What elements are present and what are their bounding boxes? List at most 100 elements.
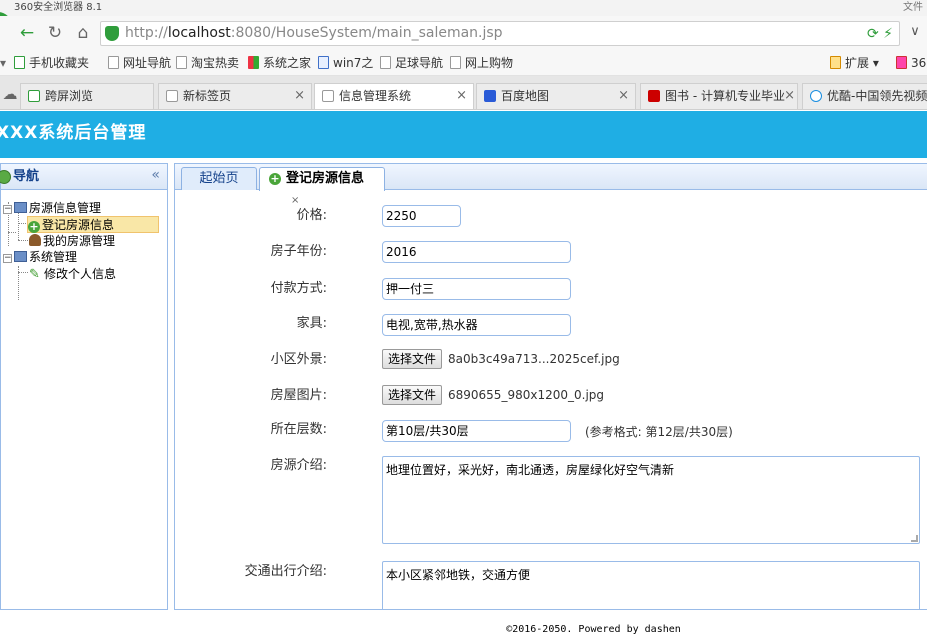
app-body: 导航 « − 房源信息管理 + 登记房源信息 我的房源管理 − 系统管理 ✎ 修… bbox=[0, 158, 927, 640]
add-icon: + bbox=[28, 220, 40, 233]
user-icon bbox=[29, 234, 41, 246]
payment-label: 付款方式: bbox=[270, 281, 327, 296]
address-url[interactable]: http://localhost:8080/HouseSystem/main_s… bbox=[125, 22, 503, 45]
file-menu[interactable]: 文件 bbox=[903, 0, 923, 16]
photo-filename: 6890655_980x1200_0.jpg bbox=[448, 388, 605, 402]
year-input[interactable]: 2016 bbox=[382, 241, 571, 263]
bookmark-item[interactable]: 网址导航 bbox=[108, 55, 171, 71]
floor-label: 所在层数: bbox=[270, 422, 327, 437]
security-shield-icon bbox=[105, 26, 119, 41]
app-header: XXX系统后台管理 bbox=[0, 111, 927, 158]
bookmark-item[interactable]: win7之 bbox=[318, 55, 373, 71]
home-icon[interactable]: ⌂ bbox=[72, 22, 94, 44]
address-bar[interactable]: http://localhost:8080/HouseSystem/main_s… bbox=[100, 21, 900, 46]
resize-grip-icon[interactable] bbox=[911, 535, 918, 542]
page-icon bbox=[108, 56, 119, 69]
youku-play-icon bbox=[810, 90, 822, 102]
bookmark-item[interactable]: 足球导航 bbox=[380, 55, 443, 71]
sidebar-item-edit-profile[interactable]: ✎ 修改个人信息 bbox=[29, 266, 116, 283]
refresh-icon[interactable]: ↻ bbox=[44, 22, 66, 44]
sidebar-item-house-info[interactable]: − 房源信息管理 bbox=[3, 200, 101, 217]
add-icon: + bbox=[269, 172, 281, 185]
browser-tab[interactable]: 跨屏浏览 bbox=[20, 83, 154, 109]
traffic-text: 本小区紧邻地铁，交通方便 bbox=[386, 568, 531, 582]
browser-tab[interactable]: 百度地图 × bbox=[476, 83, 636, 109]
browser-navbar: ← ↻ ⌂ http://localhost:8080/HouseSystem/… bbox=[0, 16, 927, 50]
extensions-button[interactable]: 扩展 ▾ bbox=[830, 55, 879, 71]
windows-icon bbox=[248, 56, 259, 69]
computer-icon bbox=[14, 202, 27, 213]
tab-register-house[interactable]: + 登记房源信息× bbox=[259, 167, 385, 206]
tree-expand-icon[interactable]: − bbox=[3, 205, 12, 214]
floor-format-hint: (参考格式: 第12层/共30层) bbox=[585, 425, 733, 439]
tree-line bbox=[8, 232, 16, 233]
exterior-label: 小区外景: bbox=[270, 352, 327, 367]
bookmark-item[interactable]: 360 bbox=[896, 55, 927, 71]
book-icon bbox=[648, 90, 660, 102]
exterior-filename: 8a0b3c49a713...2025cef.jpg bbox=[448, 352, 620, 366]
floor-input[interactable]: 第10层/共30层 bbox=[382, 420, 571, 442]
tree-line bbox=[18, 272, 28, 273]
browser-tab[interactable]: 图书 - 计算机专业毕业 × bbox=[640, 83, 798, 109]
computer-icon bbox=[14, 251, 27, 262]
tab-favicon-icon bbox=[322, 90, 334, 102]
back-arrow-icon[interactable]: ← bbox=[16, 22, 38, 44]
browser-tab[interactable]: 新标签页 × bbox=[158, 83, 312, 109]
cloud-sync-icon[interactable]: ☁ bbox=[0, 84, 20, 104]
browser-tabstrip: ☁ 跨屏浏览 新标签页 × 信息管理系统 × 百度地图 × 图书 - 计算机专业毕业 ×… bbox=[0, 76, 927, 110]
bookmark-item[interactable]: 手机收藏夹 bbox=[14, 55, 89, 71]
puzzle-icon bbox=[830, 56, 841, 69]
close-icon[interactable]: × bbox=[784, 84, 795, 108]
tree-line bbox=[18, 240, 28, 241]
chevron-down-icon[interactable]: ∨ bbox=[905, 22, 925, 42]
bookmarks-bar: ▾ 手机收藏夹 网址导航 淘宝热卖 系统之家 win7之 足球导航 网上购物 扩… bbox=[0, 50, 927, 76]
gift-icon bbox=[896, 56, 907, 69]
furniture-label: 家具: bbox=[296, 316, 327, 331]
browser-titlebar: 360安全浏览器 8.1 文件 bbox=[0, 0, 927, 16]
page-icon bbox=[450, 56, 461, 69]
photo-label: 房屋图片: bbox=[270, 388, 327, 403]
close-icon[interactable]: × bbox=[618, 84, 629, 108]
sidebar-title: 导航 bbox=[13, 169, 40, 184]
intro-textarea[interactable]: 地理位置好，采光好，南北通透，房屋绿化好空气清新 bbox=[382, 456, 920, 544]
page-footer: ©2016-2050. Powered by dashen bbox=[506, 624, 681, 635]
speed-mode-icon[interactable]: ⟳ ⚡ bbox=[867, 24, 893, 44]
mobile-icon bbox=[14, 56, 25, 69]
globe-icon bbox=[0, 170, 11, 184]
page-icon bbox=[176, 56, 187, 69]
furniture-input[interactable]: 电视,宽带,热水器 bbox=[382, 314, 571, 336]
bookmark-item[interactable]: 系统之家 bbox=[248, 55, 311, 71]
collapse-icon[interactable]: « bbox=[151, 167, 160, 183]
sidebar-header: 导航 « bbox=[0, 164, 167, 190]
traffic-textarea[interactable]: 本小区紧邻地铁，交通方便 bbox=[382, 561, 920, 609]
exterior-file-button[interactable]: 选择文件 bbox=[382, 349, 443, 369]
price-input[interactable]: 2250 bbox=[382, 205, 461, 227]
sidebar-item-my-houses[interactable]: 我的房源管理 bbox=[29, 233, 115, 250]
tab-favicon-icon bbox=[166, 90, 178, 102]
close-icon[interactable]: × bbox=[456, 84, 467, 108]
intro-text: 地理位置好，采光好，南北通透，房屋绿化好空气清新 bbox=[386, 463, 675, 477]
cloud-icon bbox=[318, 56, 329, 69]
browser-title: 360安全浏览器 8.1 bbox=[14, 2, 103, 13]
nav-sidebar: 导航 « − 房源信息管理 + 登记房源信息 我的房源管理 − 系统管理 ✎ 修… bbox=[0, 163, 168, 610]
main-tabbar: 起始页 + 登记房源信息× bbox=[175, 164, 927, 206]
main-panel: 起始页 + 登记房源信息× 价格: 2250 房子年份: 2016 付款方式: 押… bbox=[174, 163, 927, 610]
sidebar-item-register-house[interactable]: + 登记房源信息 bbox=[27, 216, 159, 233]
photo-file-button[interactable]: 选择文件 bbox=[382, 385, 443, 405]
browser-tab-active[interactable]: 信息管理系统 × bbox=[314, 83, 474, 109]
close-icon[interactable]: × bbox=[294, 84, 305, 108]
tab-start-page[interactable]: 起始页 bbox=[181, 167, 257, 190]
browser-tab[interactable]: 优酷-中国领先视频网 bbox=[802, 83, 927, 109]
page-icon bbox=[380, 56, 391, 69]
tree-expand-icon[interactable]: − bbox=[3, 254, 12, 263]
bookmark-item[interactable]: 淘宝热卖 bbox=[176, 55, 239, 71]
traffic-label: 交通出行介绍: bbox=[244, 564, 327, 579]
sidebar-item-system[interactable]: − 系统管理 bbox=[3, 249, 77, 266]
bookmarks-menu-arrow-icon[interactable]: ▾ bbox=[0, 55, 6, 71]
pencil-icon: ✎ bbox=[29, 267, 40, 282]
price-label: 价格: bbox=[296, 208, 327, 223]
bookmark-item[interactable]: 网上购物 bbox=[450, 55, 513, 71]
app-title: XXX系统后台管理 bbox=[0, 123, 147, 143]
payment-input[interactable]: 押一付三 bbox=[382, 278, 571, 300]
baidu-paw-icon bbox=[484, 90, 496, 102]
